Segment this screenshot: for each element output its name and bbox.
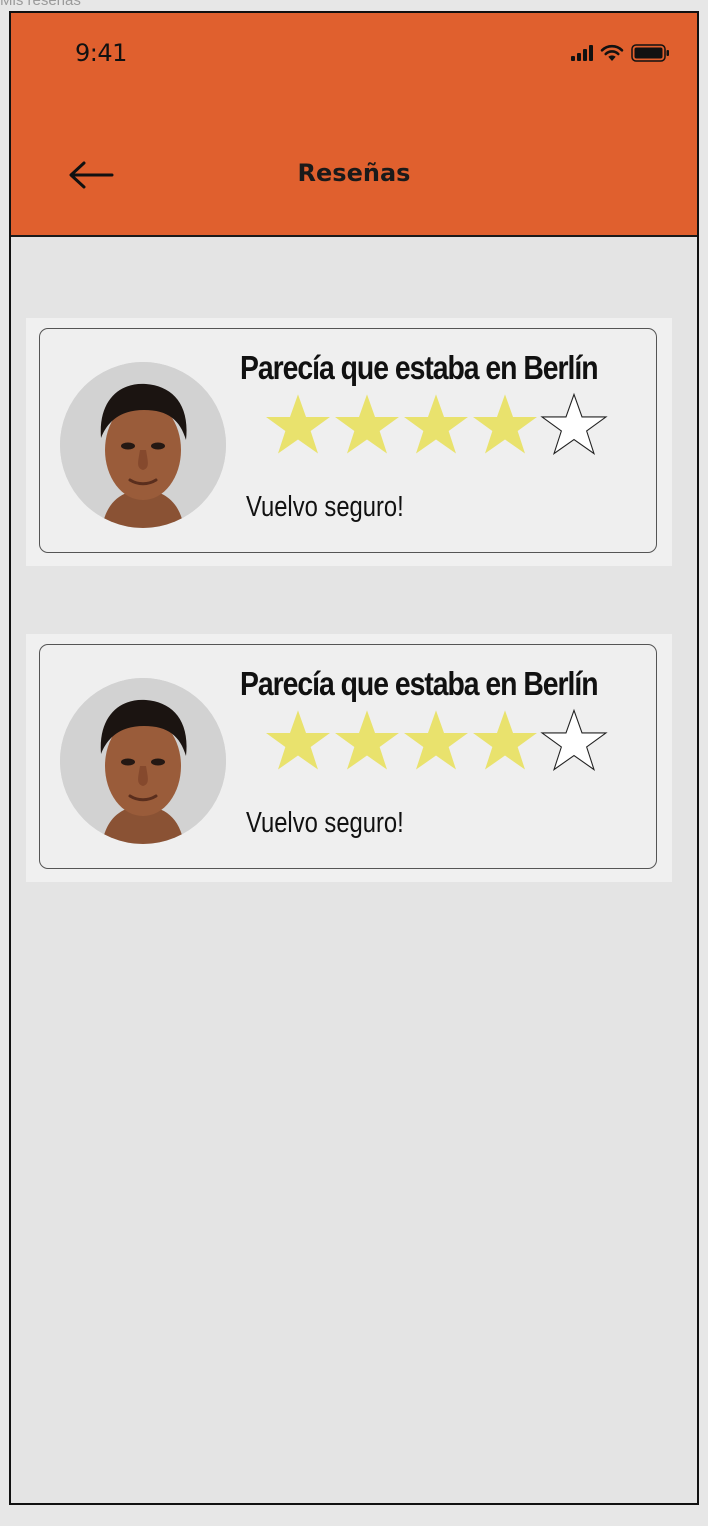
review-text: Vuelvo seguro! bbox=[246, 491, 404, 523]
star-rating bbox=[264, 391, 608, 459]
star-filled-icon bbox=[404, 394, 468, 454]
review-card[interactable]: Parecía que estaba en Berlín Vuelvo segu… bbox=[39, 328, 657, 553]
review-list: Parecía que estaba en Berlín Vuelvo segu… bbox=[26, 318, 672, 950]
star-filled-icon bbox=[473, 710, 537, 770]
review-title: Parecía que estaba en Berlín bbox=[240, 665, 599, 702]
phone-screen: 9:41 Reseñas Parecía que estaba en Berlí… bbox=[9, 11, 699, 1505]
status-time: 9:41 bbox=[75, 39, 127, 67]
review-item[interactable]: Parecía que estaba en Berlín Vuelvo segu… bbox=[26, 318, 672, 566]
avatar bbox=[60, 362, 226, 528]
page-title: Reseñas bbox=[297, 159, 411, 187]
star-filled-icon bbox=[404, 710, 468, 770]
star-filled-icon bbox=[335, 710, 399, 770]
reviewer-photo bbox=[60, 362, 226, 528]
review-title: Parecía que estaba en Berlín bbox=[240, 349, 599, 386]
review-card[interactable]: Parecía que estaba en Berlín Vuelvo segu… bbox=[39, 644, 657, 869]
star-empty-icon bbox=[540, 392, 608, 455]
star-empty-icon bbox=[540, 708, 608, 771]
battery-icon bbox=[631, 44, 669, 62]
review-text: Vuelvo seguro! bbox=[246, 807, 404, 839]
star-filled-icon bbox=[473, 394, 537, 454]
wifi-icon bbox=[600, 44, 624, 61]
star-filled-icon bbox=[335, 394, 399, 454]
star-filled-icon bbox=[266, 394, 330, 454]
star-filled-icon bbox=[266, 710, 330, 770]
status-icons bbox=[571, 43, 671, 63]
reviewer-photo bbox=[60, 678, 226, 844]
star-rating bbox=[264, 707, 608, 775]
signal-icon bbox=[571, 45, 593, 61]
frame-label: Mis reseñas bbox=[0, 0, 81, 9]
avatar bbox=[60, 678, 226, 844]
review-item[interactable]: Parecía que estaba en Berlín Vuelvo segu… bbox=[26, 634, 672, 882]
app-header: 9:41 Reseñas bbox=[11, 13, 697, 237]
